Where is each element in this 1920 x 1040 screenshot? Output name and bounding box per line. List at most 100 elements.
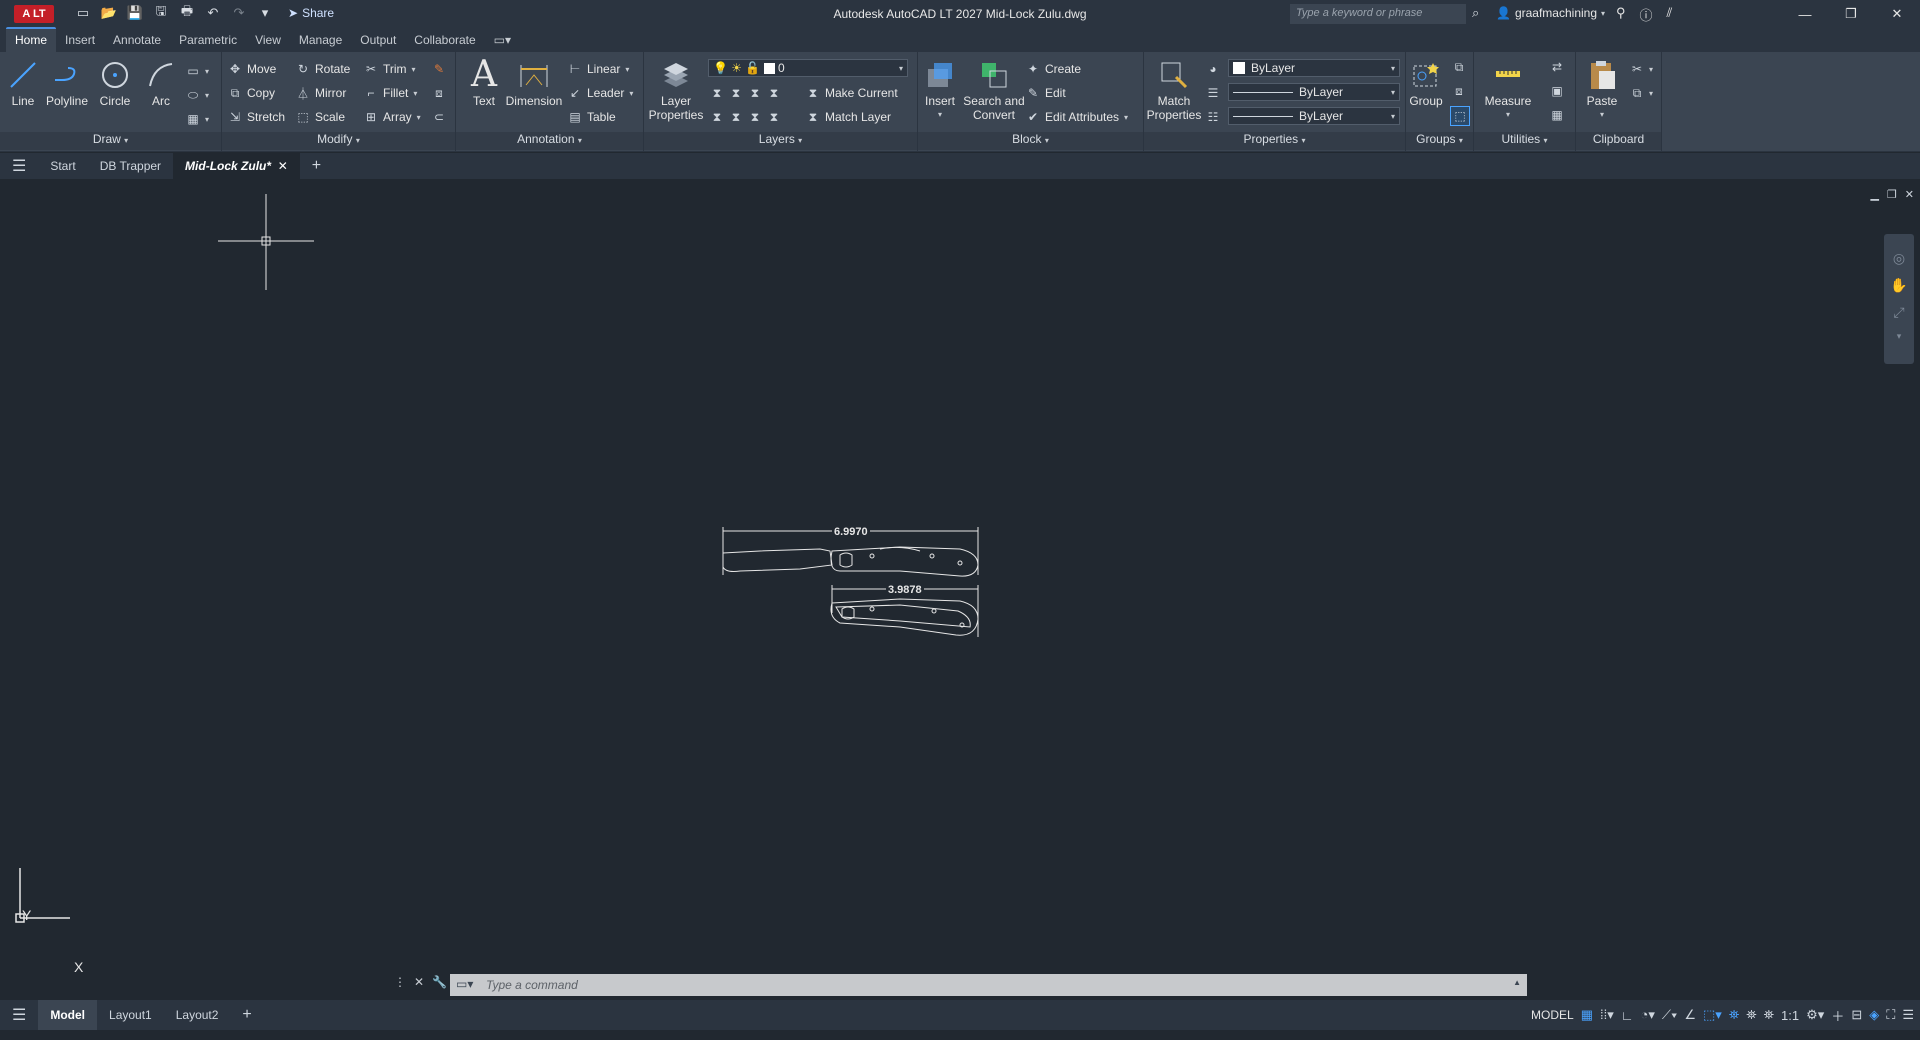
close-command-icon[interactable]: ✕ — [414, 975, 424, 989]
draw-panel-title[interactable]: Draw ▾ — [0, 132, 221, 150]
measure-button[interactable]: Measure ▾ — [1478, 58, 1538, 122]
dimension-button[interactable]: Dimension — [502, 58, 566, 108]
customize-wrench-icon[interactable]: 🔧 — [432, 975, 447, 989]
hatch-icon[interactable]: ▦ ▾ — [186, 110, 209, 128]
fullscreen-icon[interactable]: ⛶ — [1886, 1007, 1895, 1023]
create-block-button[interactable]: ✦ Create — [1026, 60, 1081, 78]
leader-button[interactable]: ↙ Leader ▾ — [568, 84, 633, 102]
copy-button[interactable]: ⧉ Copy — [228, 84, 275, 102]
erase-icon[interactable]: ✎ — [432, 60, 446, 78]
annotation-visibility-icon[interactable]: ⛯ — [1729, 1007, 1739, 1023]
file-tab-mid-lock-zulu[interactable]: Mid-Lock Zulu* ✕ — [173, 153, 300, 179]
annotation-scale-icon[interactable]: ⛯ — [1764, 1007, 1774, 1023]
layer-tools-row-2[interactable]: ⧗ ⧗ ⧗ ⧗ — [710, 108, 781, 126]
command-input[interactable]: ▭▾ Type a command ▲ — [450, 974, 1527, 996]
dimension-handle-length[interactable]: 3.9878 — [886, 584, 924, 596]
linetype-dropdown[interactable]: ByLayer ▾ — [1228, 107, 1400, 125]
polyline-button[interactable]: Polyline — [44, 58, 90, 108]
arc-button[interactable]: Arc — [144, 58, 178, 108]
isolate-objects-icon[interactable]: ◈ — [1869, 1007, 1879, 1023]
layer-properties-button[interactable]: Layer Properties — [649, 58, 703, 122]
restore-icon[interactable]: ❐ — [1828, 0, 1874, 28]
customization-menu-icon[interactable]: ☰ — [1902, 1007, 1914, 1023]
lineweight-dropdown[interactable]: ByLayer ▾ — [1228, 83, 1400, 101]
share-button[interactable]: ➤ Share — [288, 6, 334, 20]
model-space-button[interactable]: MODEL — [1531, 1008, 1574, 1022]
minimize-icon[interactable]: — — [1782, 0, 1828, 28]
units-icon[interactable]: ⊟ — [1851, 1007, 1862, 1023]
layer-dropdown[interactable]: 💡 ☀ 🔓 0 ▾ — [708, 59, 908, 77]
array-button[interactable]: ⊞ Array ▾ — [364, 108, 421, 126]
rotate-button[interactable]: ↻ Rotate — [296, 60, 350, 78]
ellipse-icon[interactable]: ⬭ ▾ — [186, 86, 209, 104]
polar-icon[interactable]: ◔▾ — [1641, 1007, 1655, 1023]
chevron-down-icon[interactable]: ▾ — [1897, 331, 1902, 342]
grid-icon[interactable]: ▦ — [1581, 1007, 1593, 1023]
annotation-panel-title[interactable]: Annotation ▾ — [456, 132, 643, 150]
circle-button[interactable]: Circle — [98, 58, 132, 108]
fillet-button[interactable]: ⌐ Fillet ▾ — [364, 84, 417, 102]
linear-button[interactable]: ⊢ Linear ▾ — [568, 60, 630, 78]
mirror-button[interactable]: ⏃ Mirror — [296, 84, 346, 102]
new-icon[interactable]: ▭ — [74, 4, 92, 22]
edit-block-button[interactable]: ✎ Edit — [1026, 84, 1066, 102]
ungroup-icon[interactable]: ⧉ — [1452, 60, 1466, 74]
rectangle-icon[interactable]: ▭ ▾ — [186, 62, 209, 80]
tab-output[interactable]: Output — [351, 29, 405, 52]
layer-tools-row-1[interactable]: ⧗ ⧗ ⧗ ⧗ — [710, 84, 781, 102]
group-select-icon[interactable]: ⬚ — [1450, 106, 1470, 126]
layout-tab-layout1[interactable]: Layout1 — [97, 1000, 164, 1030]
close-tab-icon[interactable]: ✕ — [278, 159, 288, 173]
paste-button[interactable]: Paste ▾ — [1580, 58, 1624, 122]
calculator-icon[interactable]: ▦ — [1550, 108, 1564, 122]
layout-tab-model[interactable]: Model — [38, 1000, 98, 1030]
file-tab-db-trapper[interactable]: DB Trapper — [88, 153, 173, 179]
chevron-up-icon[interactable]: ▲ — [1513, 978, 1521, 987]
table-button[interactable]: ▤ Table — [568, 108, 615, 126]
lineweight-icon[interactable]: ☰ — [1206, 86, 1220, 100]
color-wheel-icon[interactable]: ◕ — [1206, 62, 1220, 76]
copy-clip-icon[interactable]: ⧉ ▾ — [1630, 84, 1653, 102]
isodraft-icon[interactable]: ⟋▾ — [1662, 1007, 1677, 1023]
select-all-icon[interactable]: ▣ — [1550, 84, 1564, 98]
save-as-icon[interactable]: 🖫 — [152, 3, 170, 22]
help-icon[interactable]: ⓘ — [1640, 5, 1653, 24]
tab-manage[interactable]: Manage — [290, 29, 351, 52]
dimension-overall-length[interactable]: 6.9970 — [832, 526, 870, 538]
modify-panel-title[interactable]: Modify ▾ — [222, 132, 455, 150]
search-icon[interactable]: ⌕ — [1472, 5, 1479, 21]
recent-commands-icon[interactable]: ▭▾ — [456, 977, 473, 991]
match-layer-button[interactable]: ⧗ Match Layer — [806, 108, 891, 126]
add-layout-icon[interactable]: + — [230, 1000, 263, 1030]
snap-icon[interactable]: ⁞⁞▾ — [1600, 1007, 1614, 1023]
zoom-extents-icon[interactable]: ⤢ — [1893, 304, 1904, 321]
explode-icon[interactable]: ⧈ — [432, 84, 446, 102]
app-logo-button[interactable]: A LT — [14, 5, 54, 23]
close-icon[interactable]: ✕ — [1874, 0, 1920, 28]
drawing-canvas[interactable]: ▁ ❐ ✕ 6.9970 3.9878 Y X ◎ ✋ ⤢ ▾ — [0, 179, 1920, 975]
ortho-icon[interactable]: ∟ — [1621, 1008, 1634, 1023]
object-snap-icon[interactable]: ⬚▾ — [1703, 1007, 1722, 1023]
offset-icon[interactable]: ⊂ — [432, 108, 446, 126]
utilities-panel-title[interactable]: Utilities ▾ — [1474, 132, 1575, 150]
auto-scale-icon[interactable]: ⛯ — [1746, 1007, 1756, 1023]
quick-select-icon[interactable]: ⇄ — [1550, 60, 1564, 74]
layout-menu-icon[interactable]: ☰ — [0, 1000, 38, 1030]
move-button[interactable]: ✥ Move — [228, 60, 276, 78]
layout-tab-layout2[interactable]: Layout2 — [164, 1000, 231, 1030]
match-properties-button[interactable]: Match Properties — [1146, 58, 1202, 122]
cut-icon[interactable]: ✂ ▾ — [1630, 60, 1653, 78]
grip-handle-icon[interactable]: ⋮ — [394, 975, 406, 989]
text-button[interactable]: A Text — [464, 57, 504, 109]
annotation-scale-value[interactable]: 1:1 — [1781, 1008, 1799, 1023]
tab-parametric[interactable]: Parametric — [170, 29, 246, 52]
clipboard-panel-title[interactable]: Clipboard — [1576, 132, 1661, 150]
undo-icon[interactable]: ↶ — [204, 4, 222, 22]
customize-icon[interactable]: ▾ — [256, 4, 274, 22]
tab-home[interactable]: Home — [6, 27, 57, 52]
layers-panel-title[interactable]: Layers ▾ — [644, 132, 917, 150]
stretch-button[interactable]: ⇲ Stretch — [228, 108, 285, 126]
linetype-icon[interactable]: ☷ — [1206, 110, 1220, 124]
block-panel-title[interactable]: Block ▾ — [918, 132, 1143, 150]
user-account-menu[interactable]: 👤 graafmachining ▾ — [1496, 6, 1605, 20]
